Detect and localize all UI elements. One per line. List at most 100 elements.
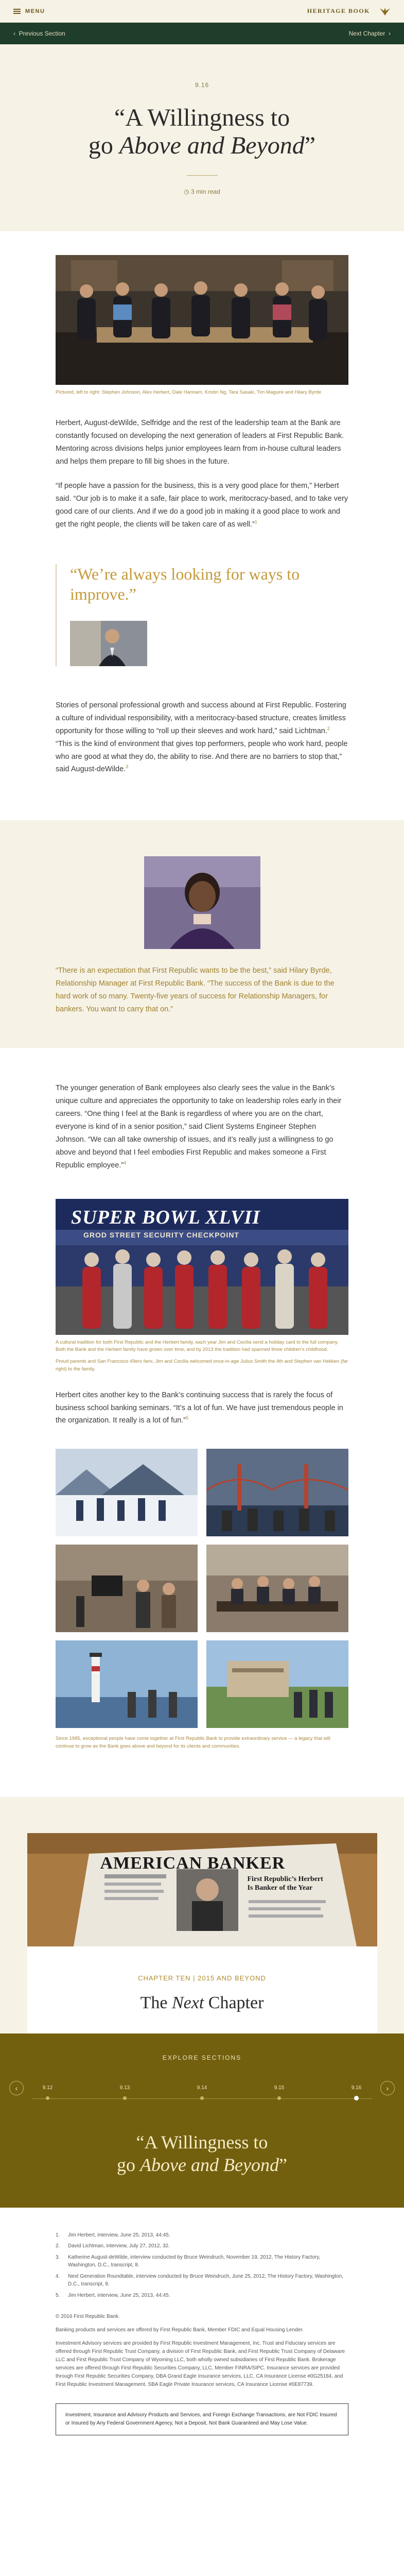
paragraph-4: The younger generation of Bank employees… [56,1082,348,1172]
speaker-illustration [70,620,147,666]
footnote-ref-3[interactable]: 3 [126,765,128,770]
snow-illustration [56,1449,198,1537]
explore-current-title[interactable]: “A Willingness to go Above and Beyond” [13,2131,391,2177]
footnote-ref-5[interactable]: 5 [186,1416,188,1421]
section-dot-9-14[interactable]: 9.14 [187,2085,218,2100]
section-dot-9-16[interactable]: 9.16 [341,2085,372,2100]
pullquote-bar [56,564,57,666]
section-dot-label: 9.14 [197,2084,207,2091]
grid-photo-conference [206,1545,349,1633]
footnote-ref-1[interactable]: 1 [255,519,257,524]
footnote-ref-2[interactable]: 2 [327,726,330,731]
footnote-text: Jim Herbert, interview, June 25, 2013, 4… [68,2292,170,2298]
paragraph-3-text: Stories of personal professional growth … [56,701,346,735]
next-chapter-title-em: Next [171,1993,204,2012]
title-line-1: “A Willingness to [114,104,290,131]
grid-photo-lighthouse [56,1640,198,1728]
footnote-number: 3. [56,2254,60,2260]
previous-section-link[interactable]: ‹ Previous Section [13,30,65,37]
hero: 9.16 “A Willingness to go Above and Beyo… [0,44,404,231]
title-divider [186,175,218,176]
pullquote-block: “We’re always looking for ways to improv… [56,564,348,666]
menu-button[interactable]: MENU [13,8,45,14]
lighthouse-illustration [56,1640,198,1728]
dot-marker [200,2096,204,2100]
chevron-left-icon: ‹ [13,30,19,37]
explore-title-line-1: “A Willingness to [136,2131,268,2153]
pullquote: “We’re always looking for ways to improv… [70,564,300,603]
next-chapter-link[interactable]: Next Chapter › [349,30,391,37]
title-line-2-em: Above and Beyond [119,131,305,159]
chapter-nav: ‹ Previous Section Next Chapter › [0,23,404,44]
newspaper-masthead: AMERICAN BANKER [100,1853,286,1873]
next-chapter-title: The Next Chapter [38,1993,367,2013]
copyright: © 2016 First Republic Bank. [56,2314,120,2320]
footnote-text: David Lichtman, interview, July 27, 2012… [68,2243,170,2249]
byrde-illustration [144,856,260,950]
content-section-3: The younger generation of Bank employees… [0,1048,404,1797]
clock-icon: ◷ [184,188,191,195]
grid-photo-snow [56,1449,198,1537]
disclaimer-box: Investment, Insurance and Advisory Produ… [56,2403,348,2436]
footnote-number: 4. [56,2273,60,2279]
footnote-number: 1. [56,2232,60,2238]
group-photo-caption: Pictured, left to right: Stephen Johnson… [56,389,322,395]
grid-photo-bridge [206,1449,348,1537]
explore-next-arrow[interactable]: › [380,2080,395,2095]
section-dot-9-12[interactable]: 9.12 [32,2085,63,2100]
footnote-1: 1. Jim Herbert, interview, June 25, 2013,… [56,2231,348,2240]
next-chapter-band: CHAPTER TEN | 2015 AND BEYOND The Next C… [27,1946,377,2033]
next-chapter-title-post: Chapter [204,1993,264,2012]
explore-sections: EXPLORE SECTIONS ‹ › 9.12 9.13 9.14 9.15… [0,2033,404,2208]
menu-label: MENU [25,8,45,14]
explore-title-line-2-pre: go [117,2154,140,2175]
section-timeline: 9.12 9.13 9.14 9.15 9.16 [32,2085,372,2106]
dot-marker [46,2096,49,2100]
explore-heading: EXPLORE SECTIONS [162,2054,242,2061]
chevron-left-icon: ‹ [15,2083,18,2092]
chevron-right-icon: › [385,30,391,37]
superbowl-photo: SUPER BOWL XLVII GROD STREET SECURITY CH… [56,1198,348,1335]
footnote-5: 5. Jim Herbert, interview, June 25, 2013,… [56,2292,348,2300]
newspaper-illustration [27,1833,377,1946]
section-dot-9-13[interactable]: 9.13 [110,2085,140,2100]
title-line-2-pre: go [88,131,119,159]
previous-section-label: Previous Section [19,30,65,37]
explore-prev-arrow[interactable]: ‹ [9,2080,24,2095]
explore-title-line-2-post: ” [278,2154,287,2175]
read-time-label: 3 min read [191,188,220,195]
paragraph-3-continued: “This is the kind of environment that gi… [56,739,348,774]
brand-text[interactable]: HERITAGE BOOK [307,7,370,15]
grid-photo-film [56,1545,198,1633]
footnote-ref-4[interactable]: 4 [124,1160,126,1165]
grid-caption: Since 1985, exceptional people have come… [56,1736,330,1750]
byrde-photo [144,856,260,950]
read-time: ◷ 3 min read [31,188,373,195]
legal-paragraph-1: Banking products and services are offere… [56,2327,304,2333]
section-dot-9-15[interactable]: 9.15 [264,2085,295,2100]
eagle-logo-icon[interactable] [379,7,391,16]
section-dot-label: 9.15 [274,2084,285,2091]
superbowl-subtitle: GROD STREET SECURITY CHECKPOINT [83,1230,239,1239]
footnote-2: 2. David Lichtman, interview, July 27, 20… [56,2242,348,2250]
next-chapter-card[interactable]: AMERICAN BANKER First Republic’s Herbert… [27,1833,377,2033]
campus-illustration [206,1640,348,1728]
paragraph-4-text: The younger generation of Bank employees… [56,1084,342,1170]
title-line-2-post: ” [304,131,316,159]
section-dot-label: 9.12 [42,2084,53,2091]
superbowl-caption-a: A cultural tradition for both First Repu… [56,1339,339,1353]
newspaper-headline-2: Is Banker of the Year [247,1884,313,1892]
paragraph-5-text: Herbert cites another key to the Bank’s … [56,1391,343,1425]
group-photo-illustration [56,255,348,385]
content-section-1: Pictured, left to right: Stephen Johnson… [0,231,404,821]
next-chapter-label: CHAPTER TEN | 2015 AND BEYOND [138,1974,266,1982]
next-chapter-section: AMERICAN BANKER First Republic’s Herbert… [0,1797,404,2033]
conference-illustration [206,1545,348,1633]
bridge-illustration [206,1449,348,1537]
content-section-2: “There is an expectation that First Repu… [0,820,404,1048]
paragraph-1: Herbert, August-deWilde, Selfridge and t… [56,419,344,466]
top-header: MENU HERITAGE BOOK [0,0,404,23]
chevron-right-icon: › [386,2083,389,2092]
footnote-number: 2. [56,2243,60,2249]
next-chapter-title-pre: The [140,1993,172,2012]
